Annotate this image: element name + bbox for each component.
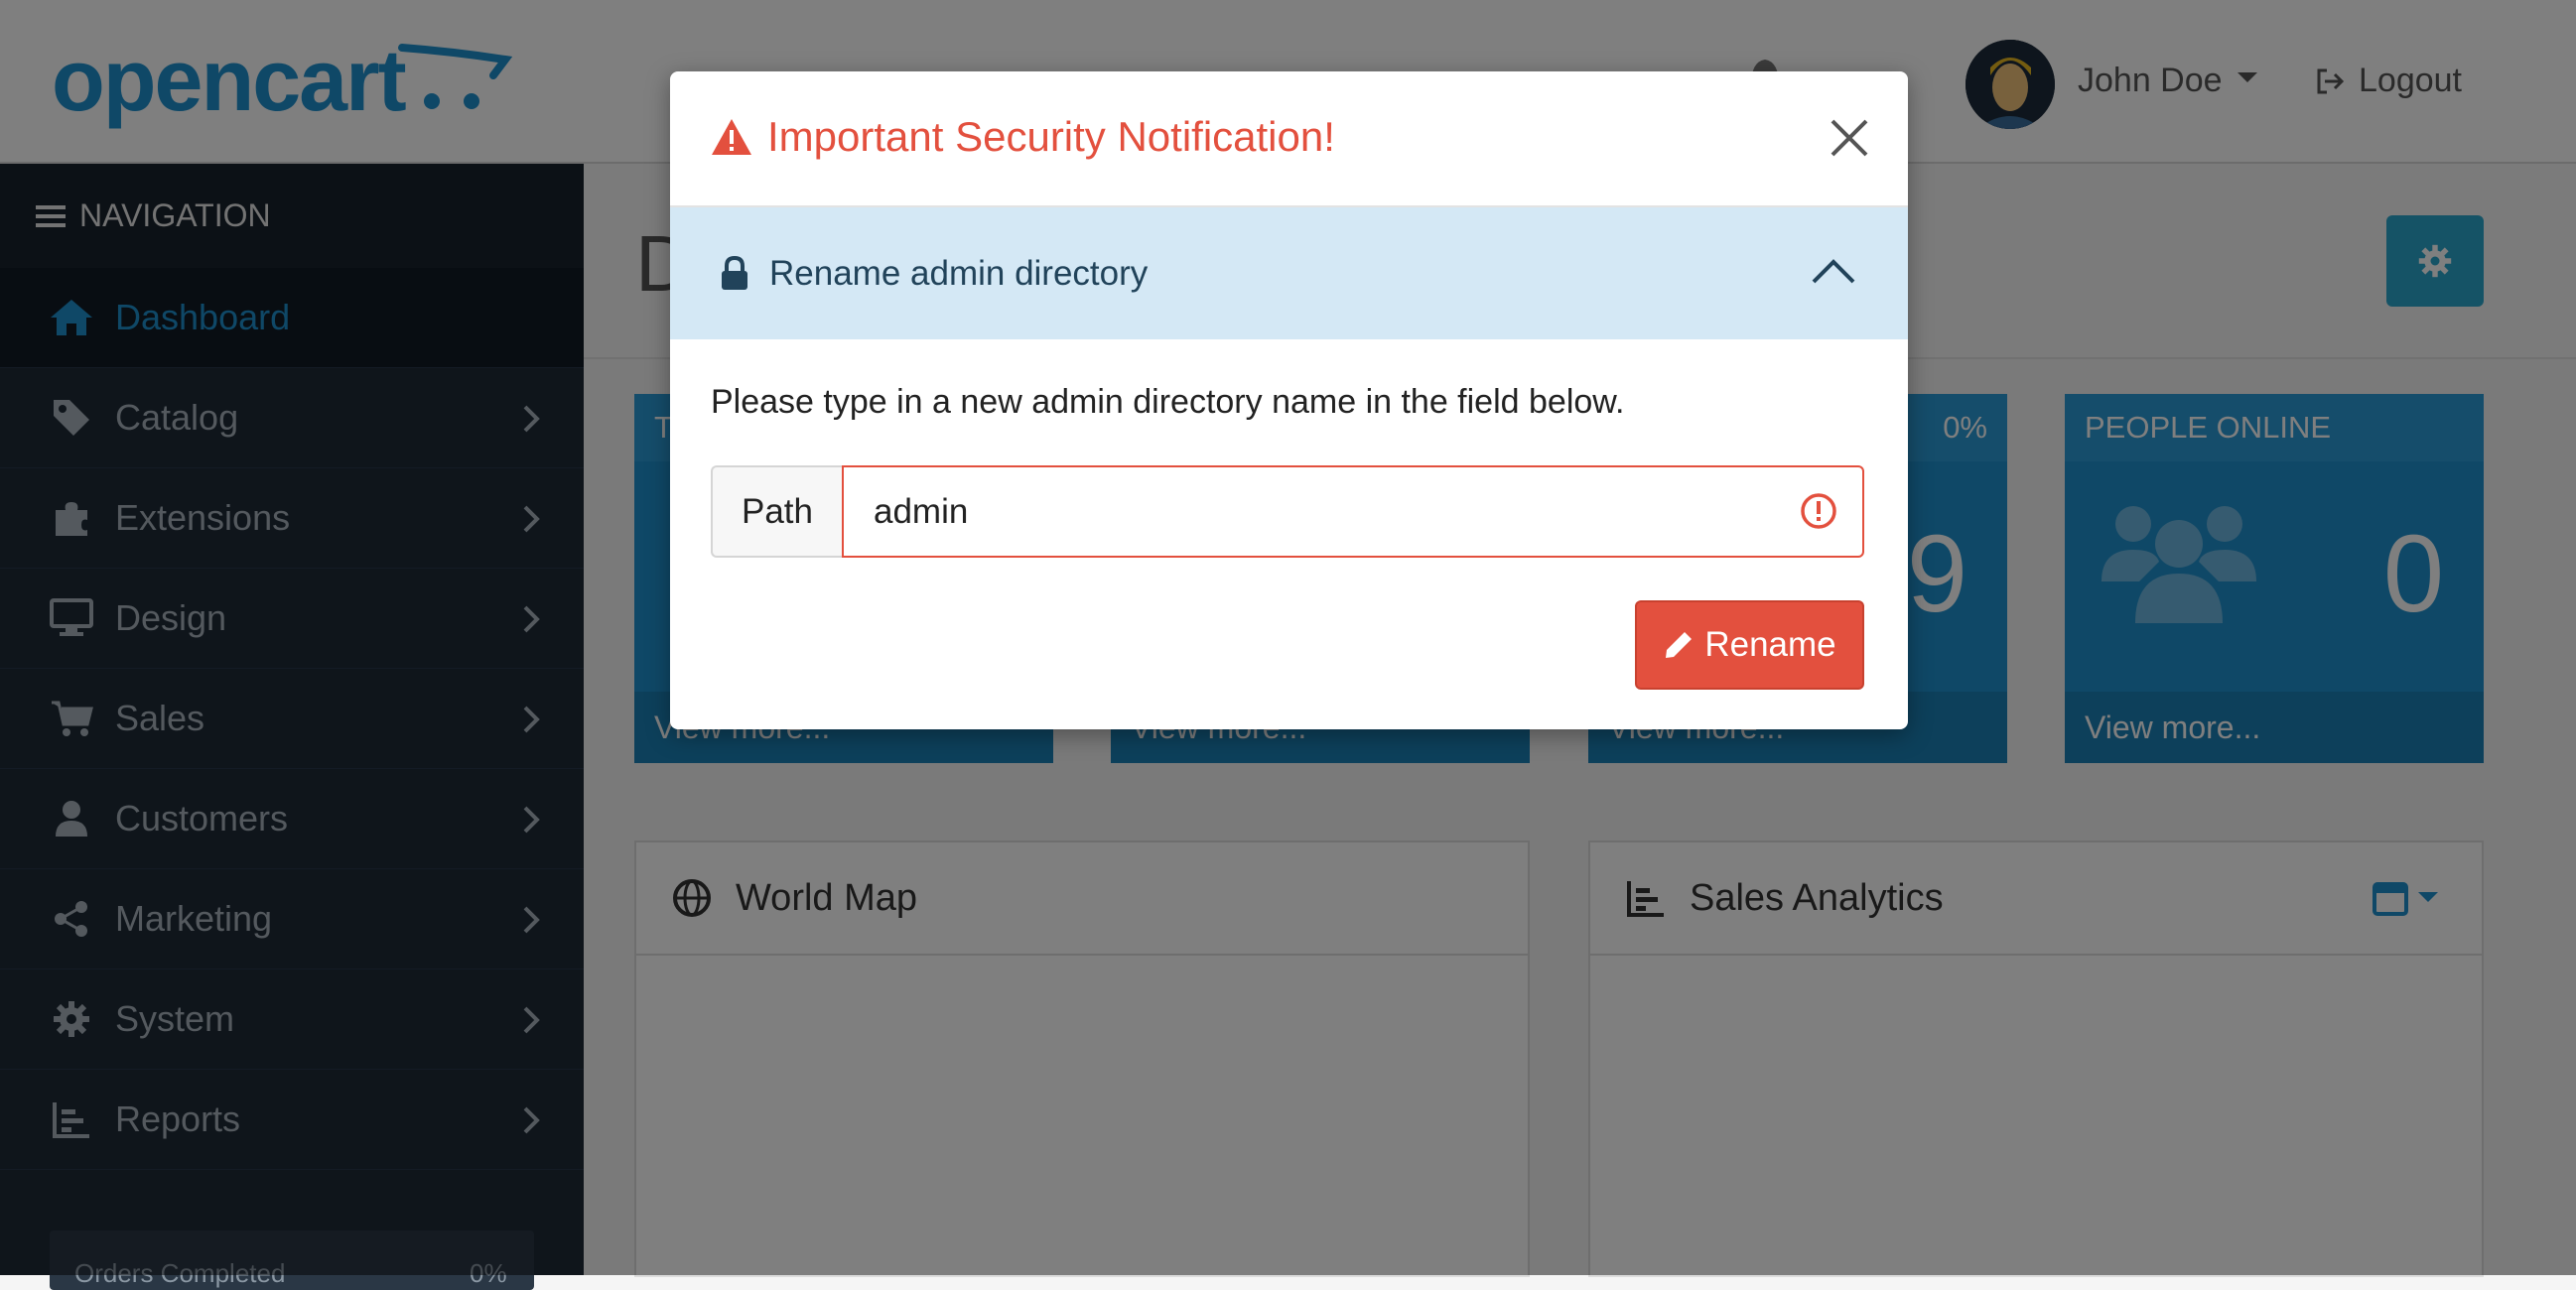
warning-icon xyxy=(712,119,751,155)
rename-label: Rename xyxy=(1704,625,1836,664)
accordion-title: Rename admin directory xyxy=(769,253,1149,293)
path-addon-label: Path xyxy=(711,465,842,558)
admin-path-input[interactable] xyxy=(842,465,1864,558)
security-notification-modal: Important Security Notification! Rename … xyxy=(670,71,1908,729)
modal-title: Important Security Notification! xyxy=(767,113,1335,160)
rename-admin-accordion[interactable]: Rename admin directory xyxy=(670,207,1908,339)
lock-icon xyxy=(722,255,747,290)
chevron-up-icon[interactable] xyxy=(1811,257,1856,285)
path-input-group: Path xyxy=(711,465,1864,558)
rename-button[interactable]: Rename xyxy=(1635,600,1864,690)
pencil-icon xyxy=(1666,632,1693,658)
close-icon[interactable] xyxy=(1827,115,1872,161)
help-text: Please type in a new admin directory nam… xyxy=(711,383,1625,421)
error-circle-icon xyxy=(1801,493,1836,529)
